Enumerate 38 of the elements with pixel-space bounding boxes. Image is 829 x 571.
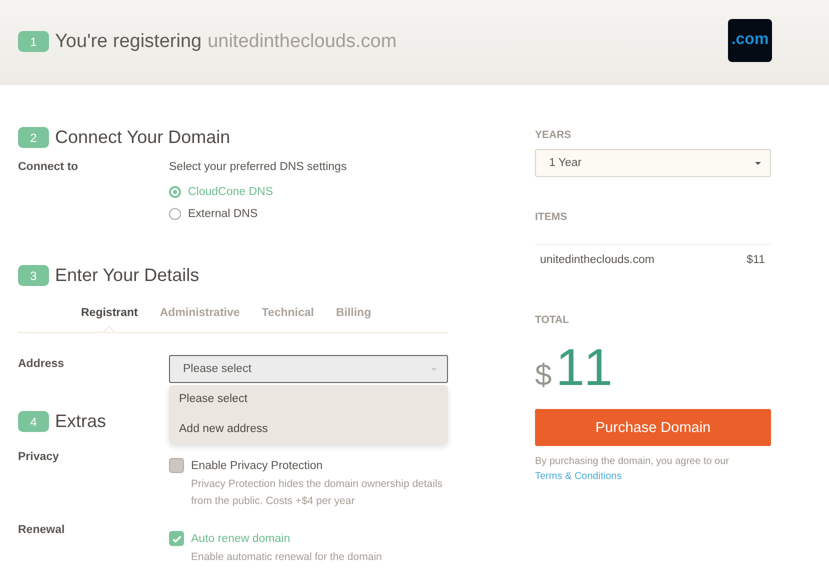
purchase-button[interactable]: Purchase Domain bbox=[535, 409, 771, 446]
section-title: Enter Your Details bbox=[55, 265, 200, 286]
checkbox[interactable] bbox=[169, 458, 184, 473]
checkbox-label[interactable]: Enable Privacy Protection bbox=[191, 460, 323, 472]
section-label: TOTAL bbox=[535, 314, 570, 326]
radio-button[interactable] bbox=[169, 186, 181, 198]
step-number: 1 bbox=[18, 31, 49, 52]
step-number: 3 bbox=[18, 265, 49, 286]
step-number: 2 bbox=[18, 127, 49, 148]
section-label: YEARS bbox=[535, 129, 572, 141]
logo: .com bbox=[728, 18, 772, 62]
section-title: Connect Your Domain bbox=[55, 127, 230, 148]
section-title: Extras bbox=[55, 411, 106, 432]
caret-icon bbox=[431, 368, 437, 370]
checkbox[interactable] bbox=[169, 531, 184, 546]
item-price: $11 bbox=[746, 254, 765, 266]
field-hint: Select your preferred DNS settings bbox=[169, 161, 348, 173]
terms-note: By purchasing the domain, you agree to our Terms & Conditions bbox=[535, 455, 730, 484]
domain-name: unitedintheclouds.com bbox=[208, 30, 397, 52]
radio-button[interactable] bbox=[169, 208, 181, 220]
option-description: Enable automatic renewal for the domain bbox=[191, 550, 383, 565]
option-description: Privacy Protection hides the domain ownership details from the public. Costs +$4 per year bbox=[191, 477, 444, 509]
field-label: Privacy bbox=[18, 451, 60, 465]
page-title: You're registering bbox=[55, 30, 202, 52]
field-label: Address bbox=[18, 357, 66, 372]
section-label: ITEMS bbox=[535, 211, 568, 223]
menu-item[interactable]: Add new address bbox=[169, 414, 448, 444]
caret-icon bbox=[755, 162, 761, 164]
currency-sign: $ bbox=[535, 359, 552, 393]
field-label: Renewal bbox=[18, 524, 66, 538]
item-name: unitedintheclouds.com bbox=[540, 254, 654, 266]
step-number: 4 bbox=[18, 411, 49, 432]
field-label: Connect to bbox=[18, 161, 80, 175]
address-select[interactable]: Please select bbox=[169, 355, 448, 383]
total-amount: 11 bbox=[556, 338, 616, 398]
years-select[interactable]: 1 Year bbox=[535, 149, 771, 177]
menu-item[interactable]: Please select bbox=[169, 385, 448, 414]
radio-label[interactable]: External DNS bbox=[188, 208, 258, 220]
